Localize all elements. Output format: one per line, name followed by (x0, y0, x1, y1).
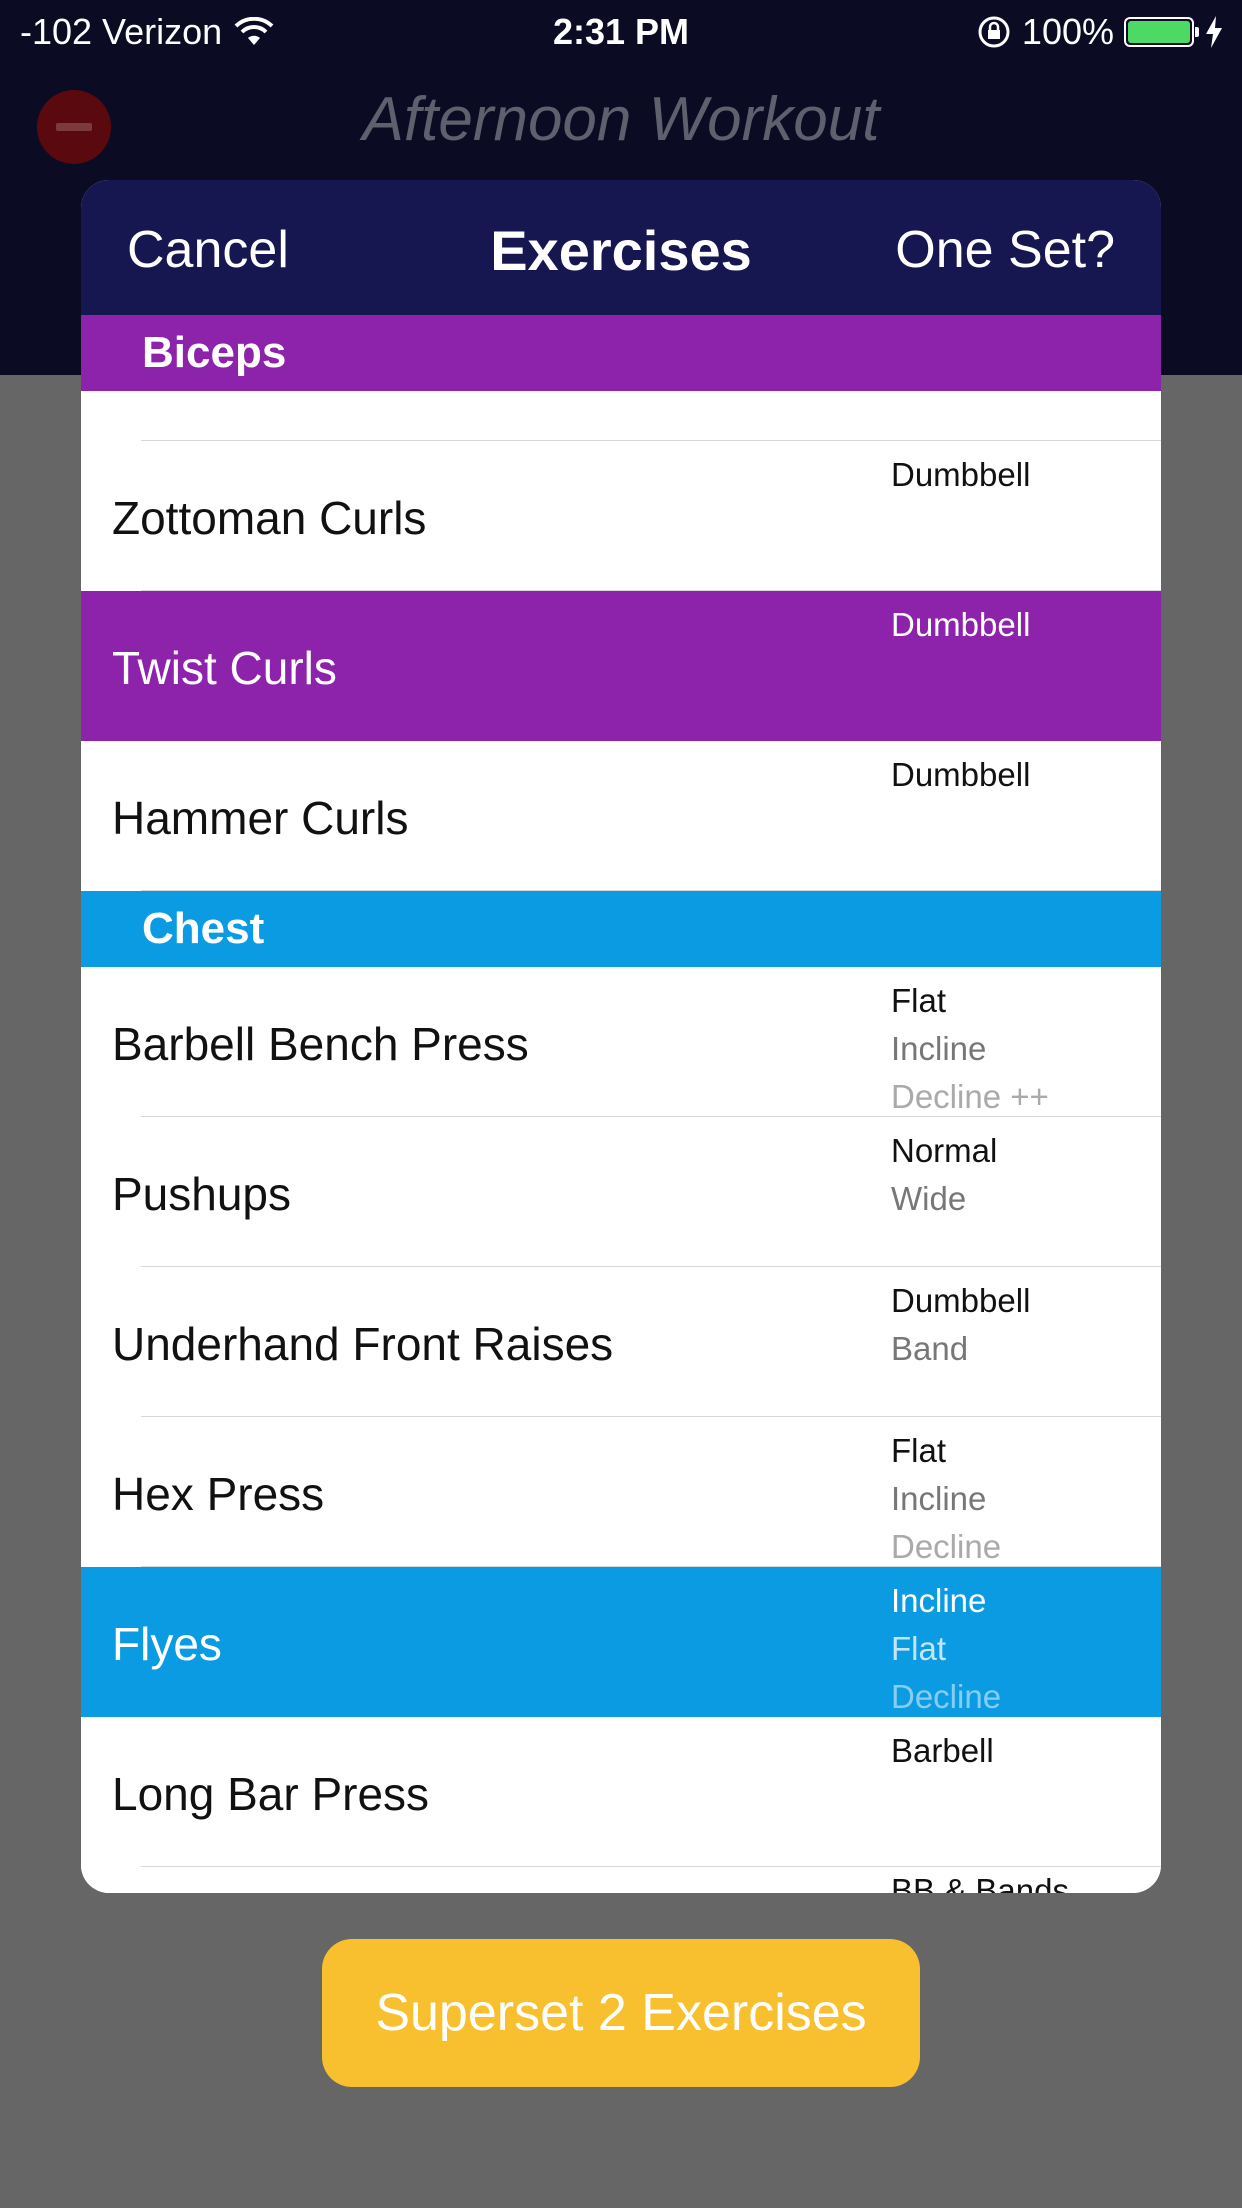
section-header-chest: Chest (81, 891, 1161, 967)
exercise-option[interactable]: Incline (891, 1025, 1049, 1073)
exercise-row[interactable]: Twist Curls Dumbbell (81, 591, 1161, 741)
workout-title: Afternoon Workout (362, 85, 880, 154)
exercise-row[interactable]: Flyes Incline Flat Decline (81, 1567, 1161, 1717)
exercise-option[interactable]: Dumbbell (891, 751, 1030, 799)
one-set-button[interactable]: One Set? (895, 220, 1115, 280)
exercise-option[interactable]: Normal (891, 1127, 997, 1175)
exercise-row[interactable]: Underhand Front Raises Dumbbell Band (81, 1267, 1161, 1417)
exercise-options: Flat Incline Decline (891, 1427, 1001, 1571)
exercise-options: Dumbbell (891, 601, 1030, 649)
exercise-row[interactable]: BB & Bands (81, 1867, 1161, 1893)
exercise-row[interactable]: Long Bar Press Barbell (81, 1717, 1161, 1867)
battery-icon (1124, 17, 1199, 47)
row-separator (141, 890, 1161, 891)
exercise-name: Long Bar Press (112, 1768, 430, 1820)
exercise-option[interactable]: Decline (891, 1523, 1001, 1571)
exercise-name: Underhand Front Raises (112, 1318, 614, 1370)
exercise-name: Barbell Bench Press (112, 1018, 529, 1070)
status-bar: -102 Verizon 2:31 PM 100% (0, 0, 1242, 60)
exercise-name: Twist Curls (112, 642, 337, 694)
exercise-option[interactable]: Dumbbell (891, 601, 1030, 649)
exercise-row[interactable]: Pushups Normal Wide (81, 1117, 1161, 1267)
section-header-biceps: Biceps (81, 315, 1161, 391)
battery-percent: 100% (1021, 11, 1114, 52)
exercise-options: Flat Incline Decline ++ (891, 977, 1049, 1121)
exercise-option[interactable]: BB & Bands (891, 1867, 1069, 1893)
rotation-lock-icon (978, 16, 1010, 48)
exercises-modal: Cancel Exercises One Set? Biceps Zottoman… (81, 180, 1161, 1893)
exercise-options: Dumbbell (891, 751, 1030, 799)
exercise-options: Normal Wide (891, 1127, 997, 1223)
exercise-name: Hex Press (112, 1468, 325, 1520)
exercise-row[interactable]: Hex Press Flat Incline Decline (81, 1417, 1161, 1567)
exercise-option[interactable]: Flat (891, 1427, 1001, 1475)
exercise-options: Dumbbell Band (891, 1277, 1030, 1373)
superset-button[interactable]: Superset 2 Exercises (322, 1939, 920, 2087)
exercise-option[interactable]: Dumbbell (891, 1277, 1030, 1325)
exercise-option[interactable]: Wide (891, 1175, 997, 1223)
exercise-options: BB & Bands (891, 1867, 1069, 1893)
status-right: 100% (976, 11, 1224, 53)
exercise-name: Pushups (112, 1168, 292, 1220)
exercise-row[interactable]: Zottoman Curls Dumbbell (81, 441, 1161, 591)
exercise-option[interactable]: Incline (891, 1475, 1001, 1523)
exercise-option[interactable]: Band (891, 1325, 1030, 1373)
exercise-option[interactable]: Dumbbell (891, 451, 1030, 499)
exercise-option[interactable]: Flat (891, 977, 1049, 1025)
exercise-name: Hammer Curls (112, 792, 409, 844)
charging-bolt-icon (1206, 16, 1222, 48)
list-item-spacer (81, 391, 1161, 441)
exercise-name: Flyes (112, 1618, 222, 1670)
exercise-list[interactable]: Biceps Zottoman Curls Dumbbell Twist Curls D… (81, 315, 1161, 1893)
exercise-option[interactable]: Decline ++ (891, 1073, 1049, 1121)
exercise-option[interactable]: Flat (891, 1625, 1001, 1673)
exercise-option[interactable]: Barbell (891, 1727, 994, 1775)
exercise-options: Incline Flat Decline (891, 1577, 1001, 1721)
exercise-row[interactable]: Hammer Curls Dumbbell (81, 741, 1161, 891)
exercise-option[interactable]: Decline (891, 1673, 1001, 1721)
exercise-row[interactable]: Barbell Bench Press Flat Incline Decline ++ (81, 967, 1161, 1117)
exercise-options: Barbell (891, 1727, 994, 1775)
exercise-name: Zottoman Curls (112, 492, 427, 544)
modal-header: Cancel Exercises One Set? (81, 180, 1161, 315)
exercise-options: Dumbbell (891, 451, 1030, 499)
exercise-option[interactable]: Incline (891, 1577, 1001, 1625)
